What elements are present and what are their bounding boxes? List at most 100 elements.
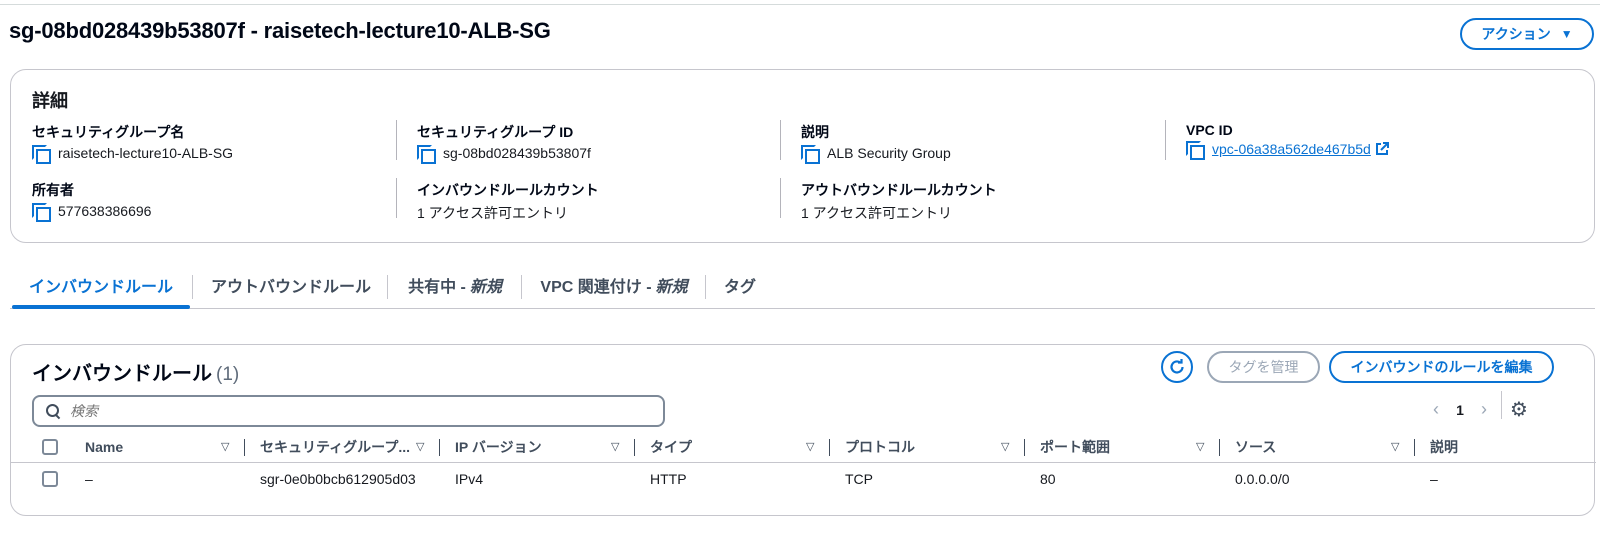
rules-table: Name ▽ セキュリティグループ... ▽ IP バージョン ▽ タイプ ▽ … [11, 431, 1596, 495]
copy-icon[interactable] [32, 145, 51, 164]
tab-inbound-rules[interactable]: インバウンドルール [12, 262, 190, 309]
chevron-left-icon[interactable]: ‹ [1426, 399, 1446, 420]
field-security-group-id: セキュリティグループ ID sg-08bd028439b53807f [396, 120, 591, 164]
search-input[interactable] [70, 403, 630, 419]
column-resizer[interactable] [829, 439, 830, 456]
column-resizer[interactable] [1024, 439, 1025, 456]
search-field[interactable] [32, 395, 665, 427]
edit-inbound-rules-button[interactable]: インバウンドのルールを編集 [1329, 351, 1554, 383]
cell-source: 0.0.0.0/0 [1235, 471, 1290, 487]
field-vpc-id: VPC ID vpc-06a38a562de467b5d [1165, 120, 1389, 160]
column-resizer[interactable] [439, 439, 440, 456]
copy-icon[interactable] [801, 145, 820, 164]
tab-label: タグ [723, 279, 756, 296]
field-label: VPC ID [1186, 122, 1233, 138]
table-header: Name ▽ セキュリティグループ... ▽ IP バージョン ▽ タイプ ▽ … [11, 431, 1596, 463]
field-label: セキュリティグループ ID [417, 124, 574, 140]
vpc-id-link[interactable]: vpc-06a38a562de467b5d [1212, 141, 1371, 157]
column-header-type[interactable]: タイプ [650, 431, 692, 463]
sort-icon[interactable]: ▽ [416, 440, 424, 453]
column-header-port-range[interactable]: ポート範囲 [1040, 431, 1110, 463]
new-badge: 新規 [655, 279, 688, 296]
manage-tags-button[interactable]: タグを管理 [1207, 351, 1320, 383]
pagination: ‹ 1 › [1426, 399, 1494, 420]
cell-description: – [1430, 471, 1438, 487]
copy-icon[interactable] [1186, 141, 1205, 160]
tab-bar: インバウンドルール アウトバウンドルール 共有中 - 新規 VPC 関連付け -新… [10, 262, 1595, 309]
field-value: 1 アクセス許可エントリ [801, 205, 952, 221]
field-inbound-count: インバウンドルールカウント 1 アクセス許可エントリ [396, 178, 599, 221]
sort-icon[interactable]: ▽ [1391, 440, 1399, 453]
gear-icon[interactable]: ⚙ [1510, 397, 1528, 422]
details-heading: 詳細 [32, 91, 68, 111]
column-resizer[interactable] [1414, 439, 1415, 456]
column-resizer[interactable] [244, 439, 245, 456]
column-header-description[interactable]: 説明 [1430, 431, 1458, 463]
column-header-source[interactable]: ソース [1235, 431, 1276, 463]
search-icon [46, 404, 60, 418]
field-value: 577638386696 [58, 203, 152, 219]
refresh-icon [1170, 359, 1184, 374]
field-label: 所有者 [32, 182, 74, 198]
field-owner: 所有者 577638386696 [32, 180, 152, 222]
new-badge: 新規 [469, 279, 502, 296]
actions-button[interactable]: アクション ▼ [1460, 18, 1594, 50]
tab-sharing[interactable]: 共有中 - 新規 [388, 262, 522, 308]
cell-rule-id: sgr-0e0b0bcb612905d03 [260, 471, 416, 487]
field-security-group-name: セキュリティグループ名 raisetech-lecture10-ALB-SG [32, 122, 234, 164]
tab-tags[interactable]: タグ [710, 262, 770, 308]
pager-divider [1501, 391, 1502, 419]
external-link-icon[interactable] [1375, 142, 1389, 156]
tab-label: VPC 関連付け - [540, 279, 652, 296]
sort-icon[interactable]: ▽ [1196, 440, 1204, 453]
field-value: sg-08bd028439b53807f [443, 145, 591, 161]
field-label: 説明 [801, 124, 829, 140]
top-divider [0, 4, 1600, 5]
table-row[interactable]: – sgr-0e0b0bcb612905d03 IPv4 HTTP TCP 80… [11, 463, 1596, 495]
tab-label: 共有中 - [408, 279, 466, 296]
caret-down-icon: ▼ [1560, 27, 1573, 41]
page-title: sg-08bd028439b53807f - raisetech-lecture… [9, 18, 551, 43]
field-outbound-count: アウトバウンドルールカウント 1 アクセス許可エントリ [780, 178, 997, 221]
field-label: アウトバウンドルールカウント [801, 182, 997, 198]
page-number[interactable]: 1 [1446, 402, 1474, 418]
column-header-ip-version[interactable]: IP バージョン [455, 431, 542, 463]
cell-name: – [85, 471, 93, 487]
field-description: 説明 ALB Security Group [780, 120, 951, 164]
copy-icon[interactable] [417, 145, 436, 164]
field-value: 1 アクセス許可エントリ [417, 205, 568, 221]
column-header-security-group[interactable]: セキュリティグループ... [260, 431, 410, 463]
details-panel: 詳細 セキュリティグループ名 raisetech-lecture10-ALB-S… [10, 69, 1595, 243]
copy-icon[interactable] [32, 203, 51, 222]
tab-label: アウトバウンドルール [210, 279, 371, 296]
field-label: インバウンドルールカウント [417, 182, 599, 198]
cell-type: HTTP [650, 471, 687, 487]
chevron-right-icon[interactable]: › [1474, 399, 1494, 420]
column-resizer[interactable] [1219, 439, 1220, 456]
column-header-protocol[interactable]: プロトコル [845, 431, 915, 463]
tab-divider [521, 275, 522, 299]
field-label: セキュリティグループ名 [32, 124, 185, 140]
tab-divider [192, 275, 193, 299]
column-resizer[interactable] [634, 439, 635, 456]
tab-divider [705, 275, 706, 299]
cell-ip-version: IPv4 [455, 471, 484, 487]
tab-outbound-rules[interactable]: アウトバウンドルール [196, 262, 386, 308]
sort-icon[interactable]: ▽ [1001, 440, 1009, 453]
column-header-name[interactable]: Name [85, 431, 123, 463]
sort-icon[interactable]: ▽ [611, 440, 619, 453]
cell-protocol: TCP [845, 471, 873, 487]
sort-icon[interactable]: ▽ [221, 440, 229, 453]
field-value: ALB Security Group [827, 145, 951, 161]
tab-label: インバウンドルール [28, 279, 173, 296]
actions-button-label: アクション [1481, 26, 1551, 42]
tab-vpc-associations[interactable]: VPC 関連付け - 新規 [524, 262, 704, 308]
rule-count: (1) [216, 364, 240, 385]
refresh-button[interactable] [1161, 351, 1193, 383]
inbound-rules-heading: インバウンドルール (1) [32, 357, 239, 386]
row-checkbox[interactable] [42, 471, 58, 487]
field-value: raisetech-lecture10-ALB-SG [58, 145, 234, 161]
sort-icon[interactable]: ▽ [806, 440, 814, 453]
select-all-checkbox[interactable] [42, 439, 58, 455]
panel-title: インバウンドルール [32, 363, 212, 385]
